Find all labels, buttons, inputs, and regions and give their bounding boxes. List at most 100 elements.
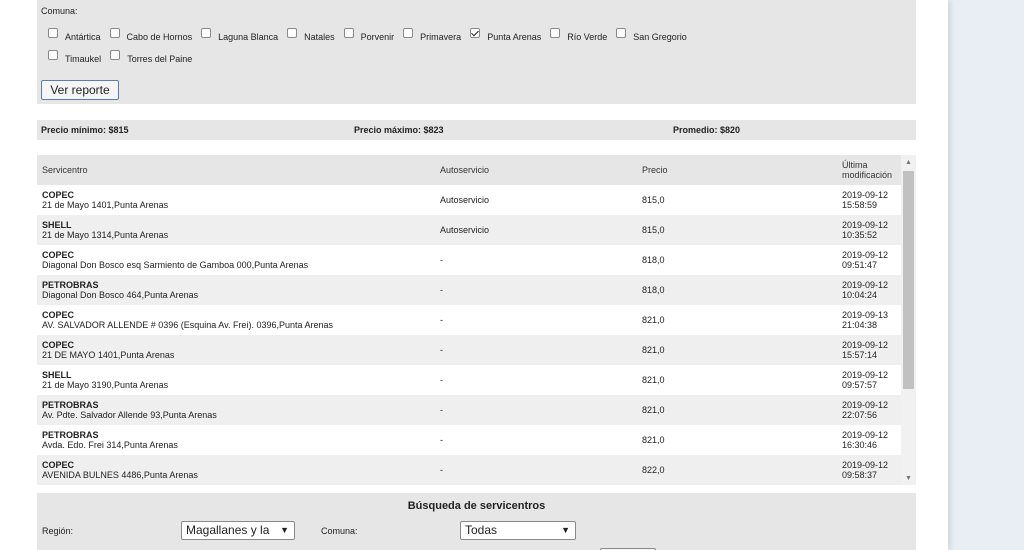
checkbox-antartica[interactable]: Antártica <box>48 28 101 42</box>
checkbox-laguna-blanca[interactable]: Laguna Blanca <box>201 28 278 42</box>
station-autoservicio: - <box>440 345 443 355</box>
table-row[interactable]: PETROBRAS Av. Pdte. Salvador Allende 93,… <box>37 395 901 425</box>
updated-date: 2019-09-12 <box>842 430 889 440</box>
table-row[interactable]: COPEC 21 de Mayo 1401,Punta Arenas Autos… <box>37 185 901 215</box>
checkbox-rio-verde[interactable]: Río Verde <box>550 28 608 42</box>
checkbox-box[interactable] <box>343 28 354 38</box>
updated-date: 2019-09-12 <box>842 340 889 350</box>
station-address: 21 de Mayo 1314,Punta Arenas <box>42 230 169 240</box>
checkbox-primavera[interactable]: Primavera <box>403 28 462 42</box>
updated-date: 2019-09-12 <box>842 400 889 410</box>
checkbox-box[interactable] <box>616 28 627 38</box>
price-stats-bar: Precio mínimo: $815 Precio máximo: $823 … <box>37 120 916 140</box>
station-price: 815,0 <box>642 225 665 235</box>
header-modificacion[interactable]: modificación <box>842 170 892 180</box>
chevron-down-icon: ▼ <box>561 525 570 535</box>
table-row[interactable]: COPEC Diagonal Don Bosco esq Sarmiento d… <box>37 245 901 275</box>
station-autoservicio: - <box>440 375 443 385</box>
checkbox-box[interactable] <box>48 28 58 38</box>
updated-date: 2019-09-13 <box>842 310 889 320</box>
region-select-value: Magallanes y la <box>186 523 270 537</box>
updated-date: 2019-09-12 <box>842 280 889 290</box>
updated-time: 16:30:46 <box>842 440 878 450</box>
checkbox-box[interactable] <box>109 28 120 38</box>
updated-time: 09:51:47 <box>842 260 878 270</box>
station-address: Avda. Edo. Frei 314,Punta Arenas <box>42 440 178 450</box>
comuna-search-label: Comuna: <box>321 526 358 536</box>
table-row[interactable]: COPEC AV. SALVADOR ALLENDE # 0396 (Esqui… <box>37 305 901 335</box>
checkbox-porvenir[interactable]: Porvenir <box>343 28 394 42</box>
station-price: 818,0 <box>642 285 665 295</box>
updated-time: 09:58:37 <box>842 470 878 480</box>
table-row[interactable]: SHELL 21 de Mayo 1314,Punta Arenas Autos… <box>37 215 901 245</box>
chevron-down-icon: ▼ <box>280 525 289 535</box>
station-updated: 2019-09-12 16:30:46 <box>842 430 888 450</box>
ver-reporte-button[interactable]: Ver reporte <box>41 80 119 100</box>
updated-time: 09:57:57 <box>842 380 878 390</box>
region-select[interactable]: Magallanes y la ▼ <box>181 521 295 540</box>
station-price: 815,0 <box>642 195 665 205</box>
station-address: 21 de Mayo 1401,Punta Arenas <box>42 200 169 210</box>
updated-time: 21:04:38 <box>842 320 878 330</box>
updated-time: 22:07:56 <box>842 410 878 420</box>
checkbox-label: Cabo de Hornos <box>126 32 193 42</box>
checkbox-label: Punta Arenas <box>487 32 542 42</box>
checkmark-icon[interactable] <box>470 28 481 38</box>
checkbox-box[interactable] <box>403 28 414 38</box>
checkbox-box[interactable] <box>287 28 298 38</box>
checkbox-natales[interactable]: Natales <box>287 28 335 42</box>
header-precio[interactable]: Precio <box>642 165 668 175</box>
station-autoservicio: Autoservicio <box>440 225 490 235</box>
header-autoservicio[interactable]: Autoservicio <box>440 165 489 175</box>
table-row[interactable]: PETROBRAS Diagonal Don Bosco 464,Punta A… <box>37 275 901 305</box>
checkbox-label: Primavera <box>420 32 462 42</box>
station-autoservicio: Autoservicio <box>440 195 490 205</box>
station-updated: 2019-09-12 15:57:14 <box>842 340 888 360</box>
comuna-select-value: Todas <box>465 523 498 537</box>
checkbox-punta-arenas[interactable]: Punta Arenas <box>470 28 542 42</box>
table-row[interactable]: COPEC AVENIDA BULNES 4486,Punta Arenas -… <box>37 455 901 485</box>
station-price: 821,0 <box>642 435 665 445</box>
station-autoservicio: - <box>440 315 443 325</box>
station-name: COPEC <box>42 310 75 320</box>
arrow-up-icon[interactable]: ▲ <box>901 155 916 169</box>
checkbox-cabo-de-hornos[interactable]: Cabo de Hornos <box>109 28 193 42</box>
station-name: COPEC <box>42 190 75 200</box>
station-price: 821,0 <box>642 405 665 415</box>
checkbox-san-gregorio[interactable]: San Gregorio <box>616 28 687 42</box>
table-row[interactable]: SHELL 21 de Mayo 3190,Punta Arenas - 821… <box>37 365 901 395</box>
station-updated: 2019-09-12 09:58:37 <box>842 460 888 480</box>
station-price: 818,0 <box>642 255 665 265</box>
station-name: PETROBRAS <box>42 280 99 290</box>
station-price: 821,0 <box>642 315 665 325</box>
checkbox-torres-del-paine[interactable]: Torres del Paine <box>110 50 192 64</box>
station-autoservicio: - <box>440 405 443 415</box>
updated-time: 15:58:59 <box>842 200 878 210</box>
header-servicentro[interactable]: Servicentro <box>42 165 88 175</box>
table-row[interactable]: PETROBRAS Avda. Edo. Frei 314,Punta Aren… <box>37 425 901 455</box>
checkbox-box[interactable] <box>201 28 212 38</box>
updated-date: 2019-09-12 <box>842 220 889 230</box>
station-name: COPEC <box>42 460 75 470</box>
station-name: PETROBRAS <box>42 430 99 440</box>
table-row[interactable]: COPEC 21 DE MAYO 1401,Punta Arenas - 821… <box>37 335 901 365</box>
station-address: 21 DE MAYO 1401,Punta Arenas <box>42 350 175 360</box>
table-scrollbar[interactable]: ▲ ▼ <box>901 155 916 485</box>
checkbox-timaukel[interactable]: Timaukel <box>48 50 101 64</box>
checkbox-box[interactable] <box>48 50 58 60</box>
station-updated: 2019-09-12 22:07:56 <box>842 400 888 420</box>
updated-time: 10:35:52 <box>842 230 878 240</box>
station-updated: 2019-09-12 09:57:57 <box>842 370 888 390</box>
updated-time: 15:57:14 <box>842 350 878 360</box>
station-price: 822,0 <box>642 465 665 475</box>
header-ultima[interactable]: Última <box>842 160 868 170</box>
checkbox-box[interactable] <box>550 28 561 38</box>
updated-date: 2019-09-12 <box>842 190 889 200</box>
scrollbar-thumb[interactable] <box>903 171 914 389</box>
station-address: AVENIDA BULNES 4486,Punta Arenas <box>42 470 198 480</box>
arrow-down-icon[interactable]: ▼ <box>901 471 916 485</box>
comuna-select[interactable]: Todas ▼ <box>460 521 576 540</box>
checkbox-label: Río Verde <box>567 32 608 42</box>
station-address: Diagonal Don Bosco esq Sarmiento de Gamb… <box>42 260 309 270</box>
checkbox-box[interactable] <box>110 50 121 60</box>
